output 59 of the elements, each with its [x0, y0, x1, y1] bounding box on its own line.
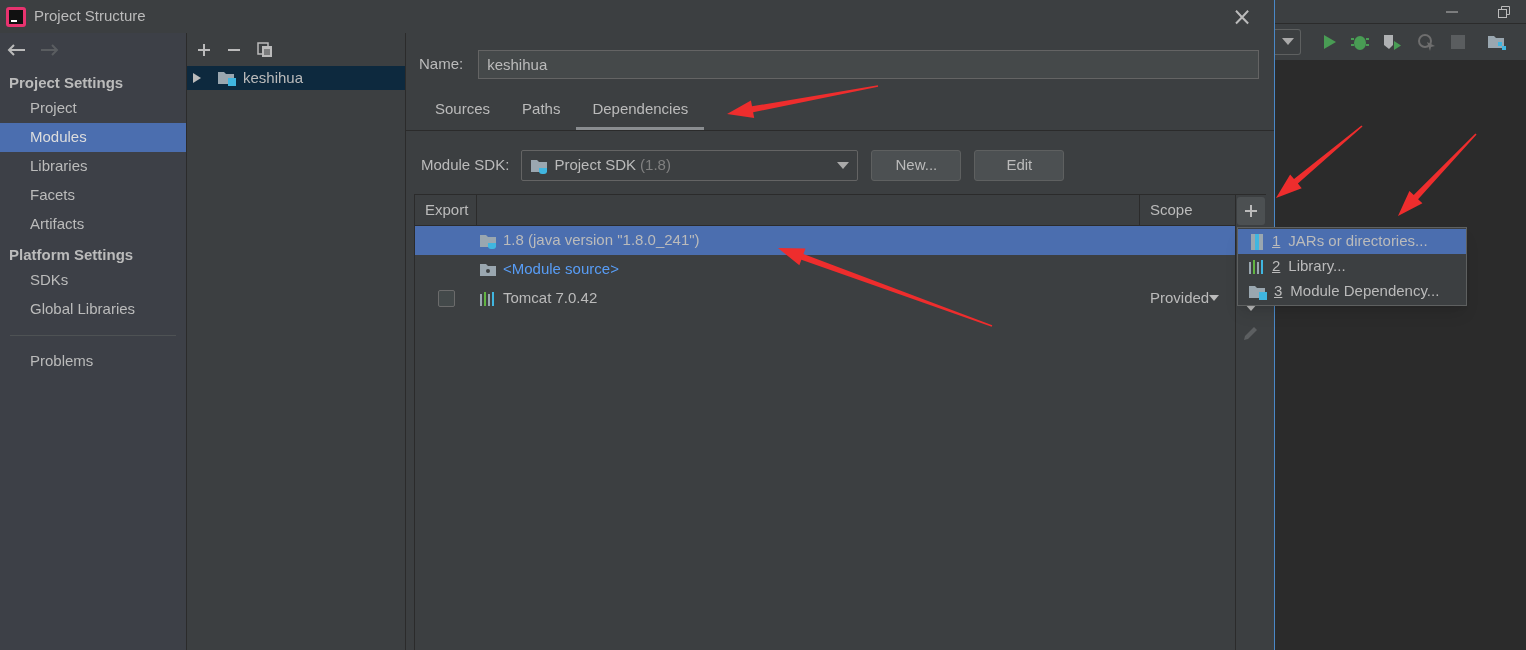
profiler-clock-icon: [1417, 33, 1437, 51]
sidebar-item[interactable]: SDKs: [0, 266, 186, 295]
sidebar-item[interactable]: Global Libraries: [0, 295, 186, 324]
sdk-value: Project SDK: [554, 155, 637, 176]
coverage-shield-icon: [1383, 33, 1403, 51]
library-icon: [479, 289, 497, 308]
table-row[interactable]: Tomcat 7.0.42 Provided: [415, 284, 1235, 313]
name-label: Name:: [419, 53, 464, 74]
copy-icon: [257, 42, 273, 58]
sidebar-item[interactable]: Modules: [0, 123, 186, 152]
dialog-button[interactable]: Edit: [974, 150, 1065, 181]
restore-icon: [1498, 5, 1510, 18]
forward-arrow-icon: [40, 43, 60, 57]
module-sdk-label: Module SDK:: [421, 155, 510, 176]
project-structure-icon: [1487, 33, 1507, 51]
debug-bug-icon: [1351, 33, 1369, 51]
back-arrow-icon: [6, 43, 26, 57]
menu-item[interactable]: 3 Module Dependency...: [1238, 279, 1466, 304]
section-heading: Platform Settings: [8, 244, 135, 265]
dependency-name: Tomcat 7.0.42: [503, 288, 598, 309]
run-config-dropdown[interactable]: [1275, 29, 1301, 55]
tab[interactable]: Dependencies: [576, 92, 705, 130]
app-logo-icon: [6, 6, 26, 27]
scope-dropdown[interactable]: Provided: [1150, 287, 1220, 310]
add-dependency-button[interactable]: [1237, 197, 1265, 225]
plus-icon: [1244, 204, 1258, 218]
stop-icon: [1451, 35, 1465, 49]
column-header: Export: [415, 195, 477, 225]
sidebar-item[interactable]: Project: [0, 94, 186, 123]
expand-arrow-icon: [191, 72, 203, 84]
library-icon: [1248, 257, 1266, 276]
section-heading: Project Settings: [8, 72, 125, 93]
module-folder-icon: [217, 69, 237, 87]
dependency-name: <Module source>: [503, 259, 619, 280]
tab[interactable]: Paths: [506, 92, 577, 130]
tree-item[interactable]: keshihua: [187, 66, 405, 90]
sdk-dropdown[interactable]: Project SDK (1.8): [521, 150, 859, 181]
run-icon: [1323, 34, 1337, 50]
column-header: Scope: [1149, 199, 1194, 220]
sidebar-item[interactable]: Facets: [0, 181, 186, 210]
name-input-field[interactable]: keshihua: [478, 49, 1259, 79]
table-row[interactable]: <Module source>: [415, 255, 1235, 284]
sidebar-item[interactable]: Problems: [0, 347, 186, 376]
close-button[interactable]: ×: [1215, 4, 1268, 29]
add-icon: [197, 43, 211, 57]
sidebar-item[interactable]: Libraries: [0, 152, 186, 181]
export-checkbox[interactable]: [437, 290, 455, 307]
dialog-button[interactable]: New...: [871, 150, 962, 181]
dependency-name: 1.8 (java version "1.8.0_241"): [503, 230, 700, 251]
tab[interactable]: Sources: [419, 92, 507, 130]
dropdown-arrow-icon: [1281, 38, 1294, 46]
edit-pencil-icon: [1242, 324, 1260, 342]
sidebar-item[interactable]: Artifacts: [0, 210, 186, 239]
dropdown-arrow-icon: [837, 161, 850, 170]
menu-item[interactable]: 2 Library...: [1238, 254, 1466, 279]
dropdown-arrow-icon: [1209, 295, 1220, 302]
window-title: Project Structure: [34, 6, 146, 27]
sdk-version: (1.8): [640, 155, 671, 176]
jar-icon: [1248, 232, 1266, 251]
